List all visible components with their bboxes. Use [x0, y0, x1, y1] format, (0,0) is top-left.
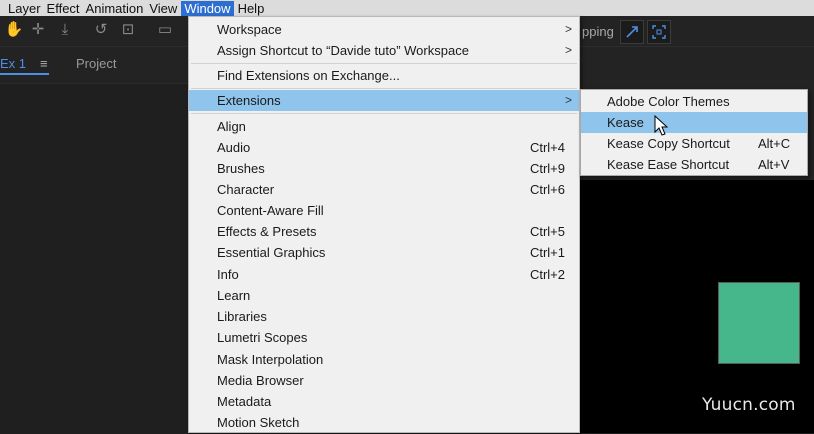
menu-item-assign-shortcut[interactable]: Assign Shortcut to “Davide tuto” Workspa…: [189, 40, 579, 61]
tab-project[interactable]: Project: [76, 56, 116, 71]
menu-item-content-aware-fill[interactable]: Content-Aware Fill: [189, 200, 579, 221]
submenu-item-kease-ease-shortcut[interactable]: Kease Ease Shortcut Alt+V: [581, 154, 807, 175]
watermark: Yuucn.com: [702, 395, 796, 415]
menu-view[interactable]: View: [147, 1, 179, 16]
menu-item-motion-sketch[interactable]: Motion Sketch: [189, 412, 579, 433]
menu-layer[interactable]: Layer: [6, 1, 43, 16]
menu-item-character[interactable]: Character Ctrl+6: [189, 179, 579, 200]
menu-help[interactable]: Help: [236, 1, 267, 16]
menu-item-media-browser[interactable]: Media Browser: [189, 370, 579, 391]
menu-item-essential-graphics[interactable]: Essential Graphics Ctrl+1: [189, 242, 579, 263]
snapping-icon[interactable]: [620, 20, 644, 44]
panel-menu-icon[interactable]: ≡: [40, 56, 48, 71]
menu-window[interactable]: Window: [181, 0, 234, 16]
menu-item-workspace[interactable]: Workspace >: [189, 19, 579, 40]
menu-item-mask-interpolation[interactable]: Mask Interpolation: [189, 349, 579, 370]
menu-separator: [191, 113, 577, 114]
expand-icon[interactable]: [647, 20, 671, 44]
camera-orbit-icon[interactable]: ⊡: [118, 20, 138, 40]
submenu-item-kease[interactable]: Kease: [581, 112, 807, 133]
active-tab-indicator: [0, 73, 49, 75]
mouse-pointer-icon: [654, 115, 669, 136]
anchor-point-icon[interactable]: ✛: [28, 20, 48, 40]
menu-item-lumetri-scopes[interactable]: Lumetri Scopes: [189, 327, 579, 348]
tab-composition[interactable]: Ex 1: [0, 56, 26, 71]
submenu-item-kease-copy-shortcut[interactable]: Kease Copy Shortcut Alt+C: [581, 133, 807, 154]
menu-item-find-extensions[interactable]: Find Extensions on Exchange...: [189, 65, 579, 86]
submenu-arrow-icon: >: [564, 22, 572, 36]
menu-item-libraries[interactable]: Libraries: [189, 306, 579, 327]
menu-effect[interactable]: Effect: [45, 1, 82, 16]
menu-item-align[interactable]: Align: [189, 116, 579, 137]
menu-item-extensions[interactable]: Extensions >: [189, 90, 579, 111]
window-menu: Workspace > Assign Shortcut to “Davide t…: [188, 16, 580, 433]
pin-icon[interactable]: ⤓: [55, 20, 75, 40]
menu-item-brushes[interactable]: Brushes Ctrl+9: [189, 158, 579, 179]
menu-separator: [191, 63, 577, 64]
menu-animation[interactable]: Animation: [84, 1, 146, 16]
layer-square[interactable]: [718, 282, 800, 364]
rectangle-tool-icon[interactable]: ▭: [155, 20, 175, 40]
menu-bar: Layer Effect Animation View Window Help: [0, 0, 814, 16]
menu-separator: [191, 88, 577, 89]
menu-item-effects-presets[interactable]: Effects & Presets Ctrl+5: [189, 221, 579, 242]
menu-item-info[interactable]: Info Ctrl+2: [189, 264, 579, 285]
snapping-label: pping: [582, 24, 614, 39]
hand-tool-icon[interactable]: ✋: [4, 20, 24, 40]
rotate-icon[interactable]: ↺: [91, 20, 111, 40]
extensions-submenu: Adobe Color Themes Kease Kease Copy Shor…: [580, 89, 808, 176]
submenu-item-adobe-color-themes[interactable]: Adobe Color Themes: [581, 91, 807, 112]
menu-item-metadata[interactable]: Metadata: [189, 391, 579, 412]
menu-item-learn[interactable]: Learn: [189, 285, 579, 306]
panel-tabs: Ex 1 ≡ Project: [0, 47, 188, 83]
submenu-arrow-icon: >: [564, 43, 572, 57]
submenu-arrow-icon: >: [564, 93, 572, 107]
menu-item-audio[interactable]: Audio Ctrl+4: [189, 137, 579, 158]
project-panel: [0, 83, 188, 434]
